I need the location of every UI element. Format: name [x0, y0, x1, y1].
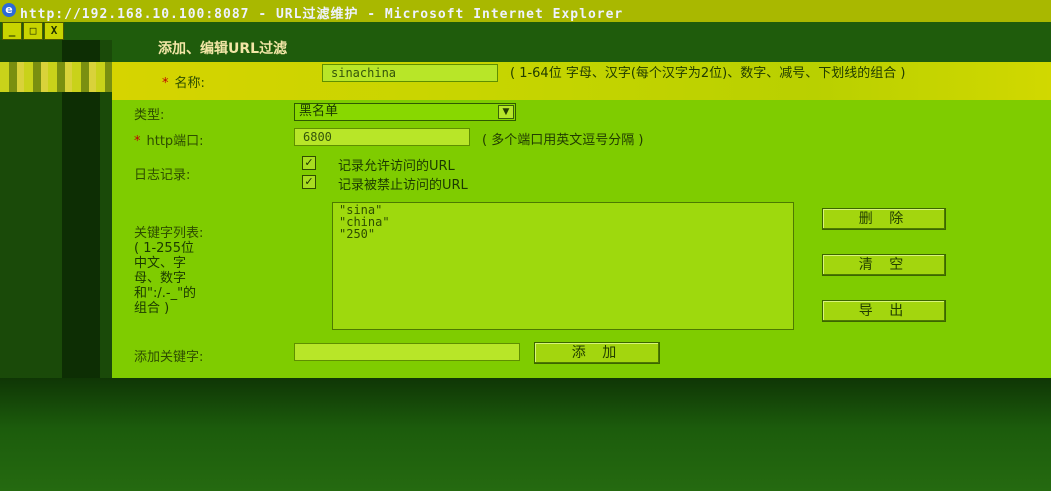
clear-button[interactable]: 清 空 [822, 254, 946, 276]
list-item[interactable]: "sina" [339, 204, 787, 216]
log-label-row: 日志记录: [134, 164, 190, 183]
status-area [0, 378, 1051, 491]
keywords-hint-line: ( 1-255位 [134, 241, 194, 256]
keyword-listbox[interactable]: "sina" "china" "250" [332, 202, 794, 330]
export-button[interactable]: 导 出 [822, 300, 946, 322]
add-keyword-label-row: 添加关键字: [134, 346, 203, 365]
http-port-label-row: * http端口: [134, 130, 204, 149]
add-keyword-label: 添加关键字: [134, 350, 204, 365]
type-select[interactable]: 黑名单 ▼ [294, 103, 516, 121]
http-port-input[interactable]: 6800 [294, 128, 470, 146]
keywords-label: 关键字列表: [134, 226, 204, 241]
type-label-row: 类型: [134, 104, 164, 123]
name-input[interactable]: sinachina [322, 64, 498, 82]
url-filter-panel: 添加、编辑URL过滤 * 名称: sinachina ( 1-64位 字母、汉字(… [112, 22, 1051, 378]
keywords-hint-line: 组合 ) [134, 301, 170, 316]
required-marker: * [162, 76, 169, 91]
internet-explorer-icon: e [2, 3, 16, 17]
panel-header: 添加、编辑URL过滤 [112, 22, 1051, 62]
page-title: 添加、编辑URL过滤 [158, 41, 288, 57]
maximize-button[interactable]: □ [23, 22, 43, 40]
http-port-hint: ( 多个端口用英文逗号分隔 ) [482, 133, 644, 148]
type-select-value: 黑名单 [299, 104, 339, 119]
left-frame-decoration [0, 62, 112, 92]
delete-button[interactable]: 删 除 [822, 208, 946, 230]
window-controls: _ □ X [2, 22, 64, 40]
name-label-row: * 名称: [162, 72, 205, 91]
log-allowed-label: 记录允许访问的URL [338, 159, 455, 174]
keywords-hint-line: 和":/.-_"的 [134, 286, 197, 301]
list-item[interactable]: "250" [339, 228, 787, 240]
list-item[interactable]: "china" [339, 216, 787, 228]
log-allowed-checkbox[interactable]: ✓ [302, 156, 316, 170]
minimize-button[interactable]: _ [2, 22, 22, 40]
chevron-down-icon[interactable]: ▼ [498, 105, 514, 119]
keywords-hint-line: 中文、字 [134, 256, 187, 271]
http-port-label: http端口: [146, 134, 204, 149]
keywords-label-row: 关键字列表: ( 1-255位 中文、字 母、数字 和":/.-_"的 组合 ) [134, 222, 203, 316]
window-title: http://192.168.10.100:8087 - URL过滤维护 - M… [20, 7, 624, 22]
log-label: 日志记录: [134, 168, 191, 183]
close-button[interactable]: X [44, 22, 64, 40]
keywords-hint: ( 1-255位 中文、字 母、数字 和":/.-_"的 组合 ) [134, 241, 203, 316]
name-hint: ( 1-64位 字母、汉字(每个汉字为2位)、数字、减号、下划线的组合 ) [510, 66, 906, 81]
add-keyword-input[interactable] [294, 343, 520, 361]
type-label: 类型: [134, 108, 165, 123]
log-blocked-label: 记录被禁止访问的URL [338, 178, 468, 193]
required-marker: * [134, 134, 141, 149]
log-blocked-checkbox[interactable]: ✓ [302, 175, 316, 189]
window-titlebar: e http://192.168.10.100:8087 - URL过滤维护 -… [0, 0, 1051, 22]
add-keyword-button[interactable]: 添 加 [534, 342, 660, 364]
keywords-hint-line: 母、数字 [134, 271, 187, 286]
name-label: 名称: [174, 76, 205, 91]
